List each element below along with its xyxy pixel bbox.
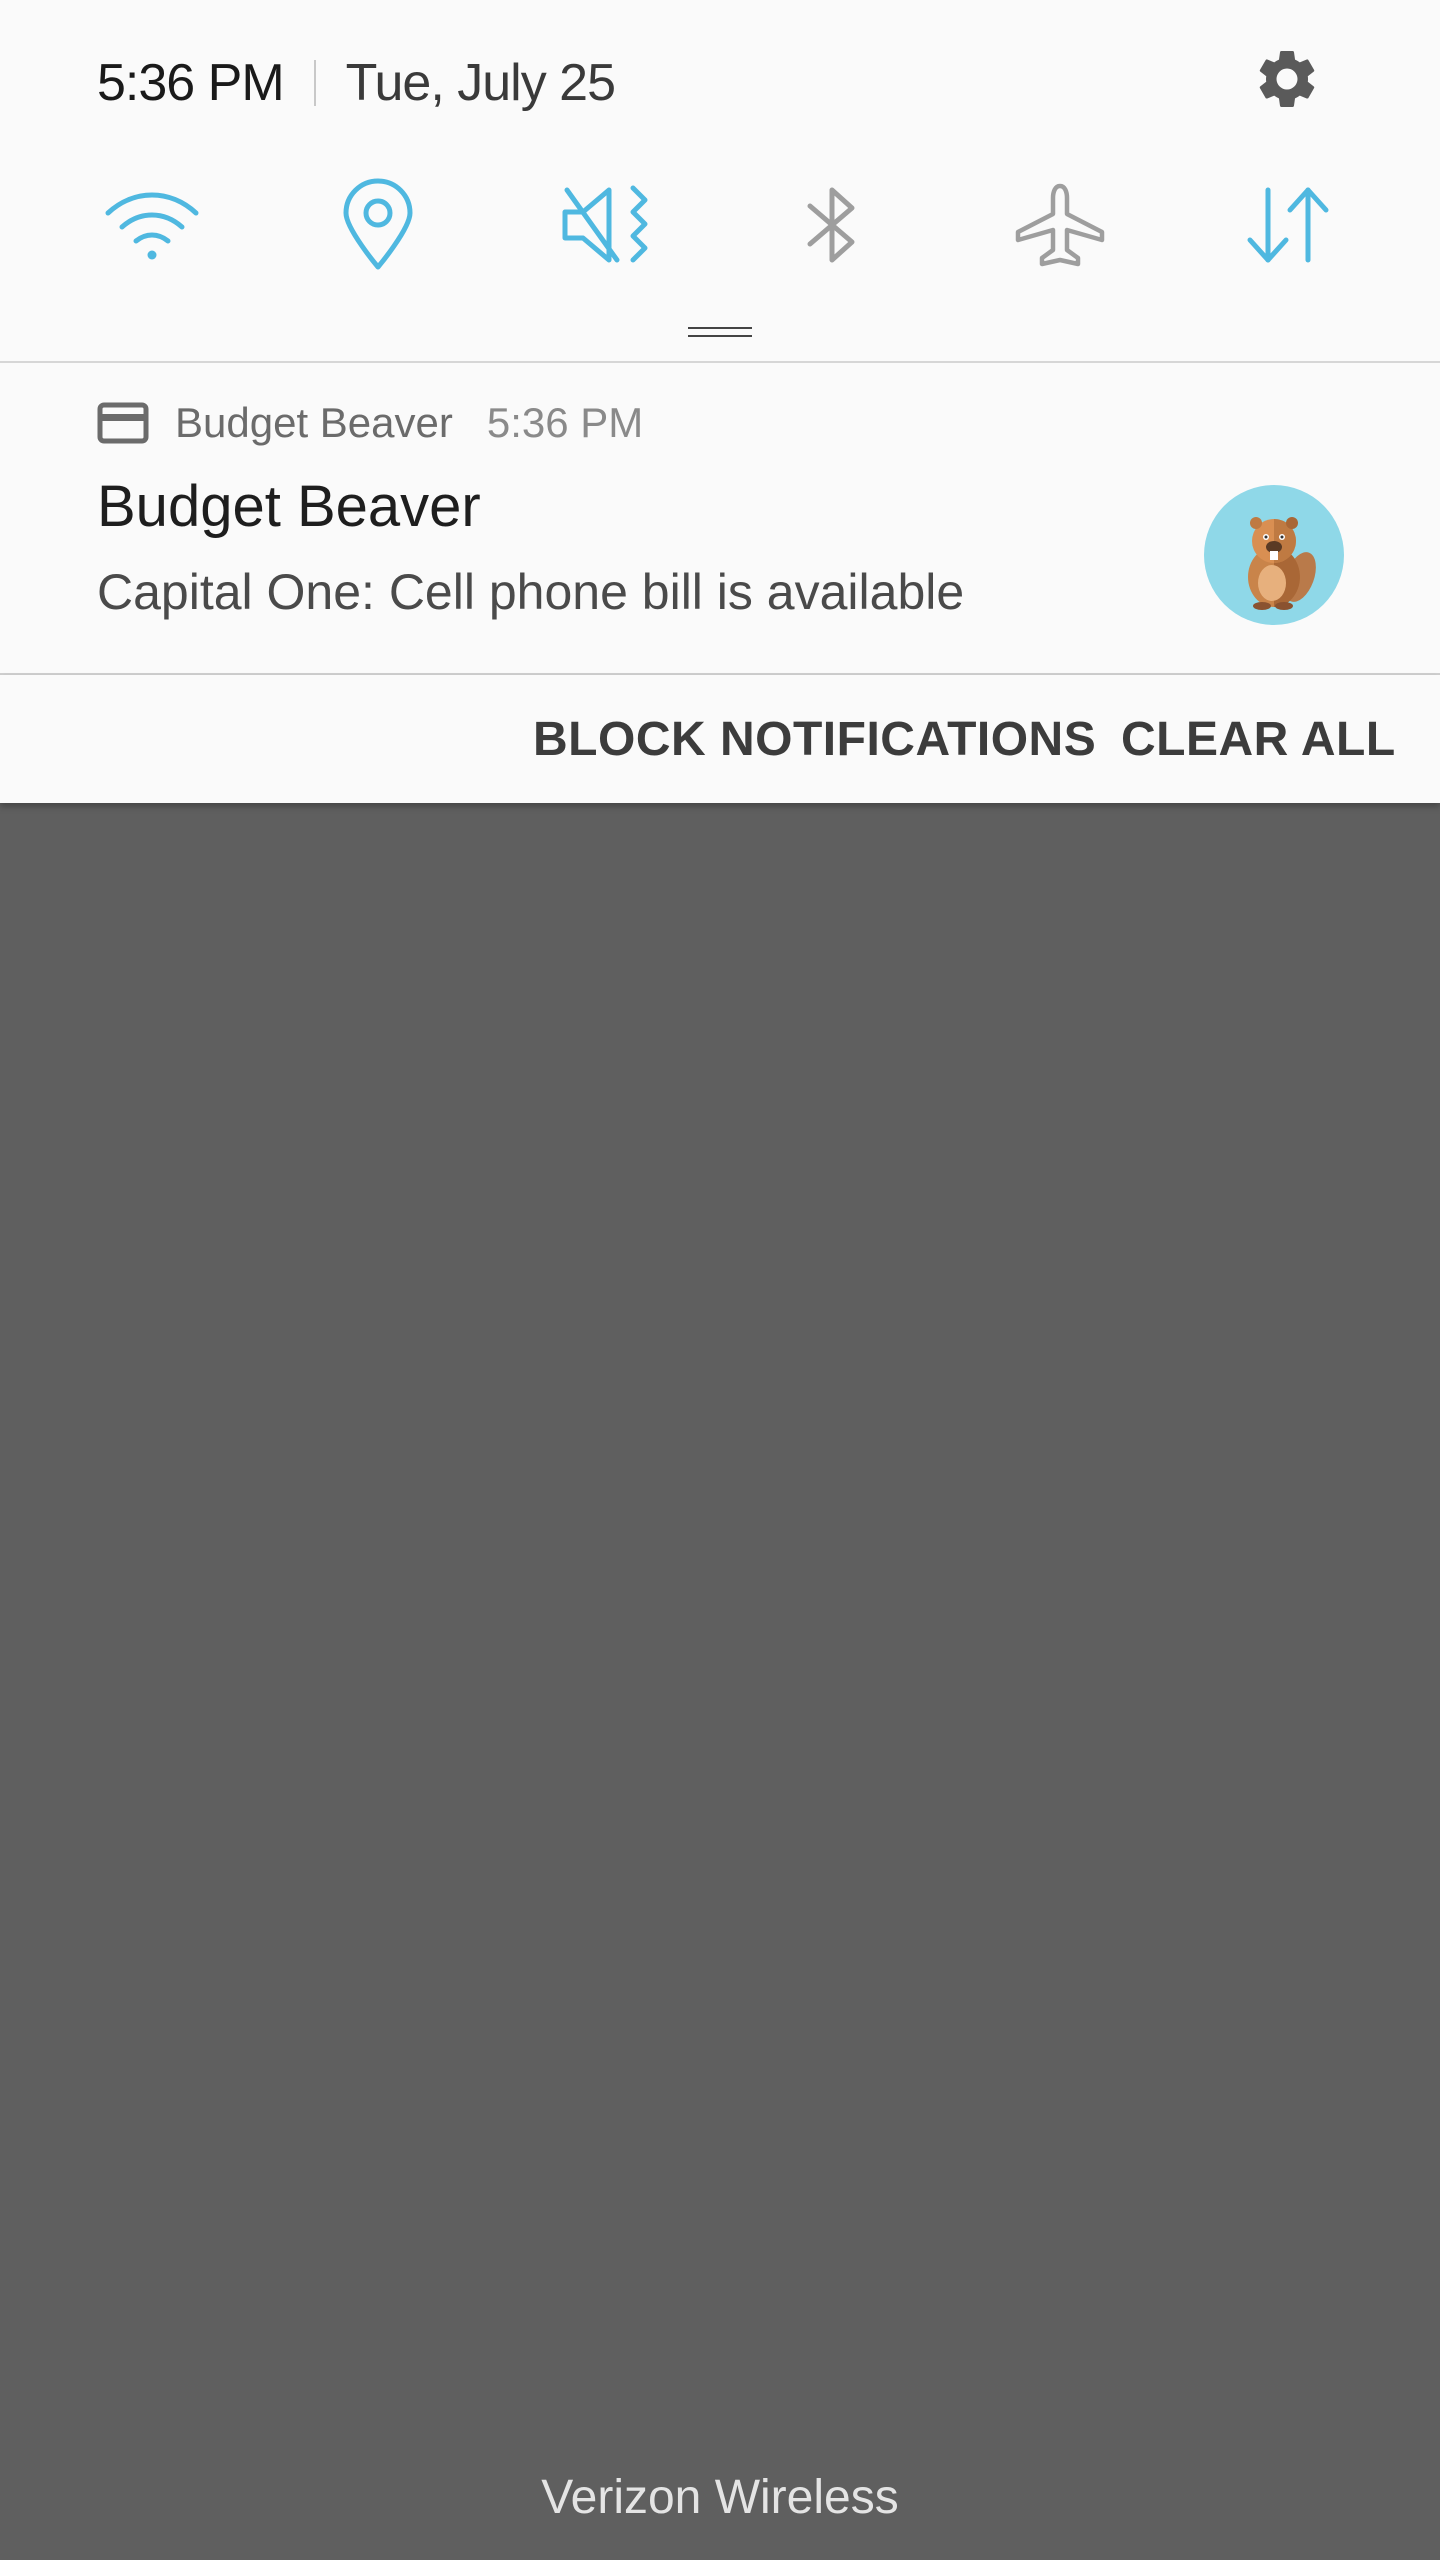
status-row: 5:36 PM Tue, July 25 [97, 48, 616, 118]
bluetooth-toggle[interactable] [777, 170, 887, 280]
divider [313, 60, 316, 106]
vibrate-mute-icon [562, 185, 648, 263]
date-label: Tue, July 25 [345, 54, 616, 112]
wifi-toggle[interactable] [97, 170, 207, 280]
notification-card[interactable]: Budget Beaver 5:36 PM Budget Beaver Capi… [0, 363, 1440, 675]
bluetooth-icon [807, 187, 855, 263]
quick-settings-panel: 5:36 PM Tue, July 25 [0, 0, 1440, 363]
notification-header: Budget Beaver 5:36 PM [97, 393, 643, 453]
wifi-icon [105, 192, 199, 260]
quick-toggle-row [0, 170, 1440, 280]
beaver-avatar-icon [1204, 485, 1344, 625]
notification-shade: 5:36 PM Tue, July 25 Budget Beaver 5:36 … [0, 0, 1440, 803]
notification-text: Capital One: Cell phone bill is availabl… [97, 564, 965, 620]
block-notifications-button[interactable]: BLOCK NOTIFICATIONS [533, 675, 1096, 803]
notification-actions-bar: BLOCK NOTIFICATIONS CLEAR ALL [0, 675, 1440, 803]
clear-all-button[interactable]: CLEAR ALL [1121, 675, 1396, 803]
notification-title: Budget Beaver [97, 474, 481, 539]
clock-time: 5:36 PM [97, 54, 285, 112]
carrier-label: Verizon Wireless [541, 2471, 899, 2524]
notification-time: 5:36 PM [486, 399, 644, 446]
location-icon [343, 178, 413, 270]
airplane-toggle[interactable] [1005, 170, 1115, 280]
sound-toggle[interactable] [552, 170, 662, 280]
expand-handle[interactable] [688, 327, 752, 339]
notification-app-name: Budget Beaver [175, 399, 453, 446]
mobile-data-toggle[interactable] [1233, 170, 1343, 280]
location-toggle[interactable] [323, 170, 433, 280]
mobile-data-icon [1247, 187, 1329, 263]
credit-card-icon [97, 397, 149, 449]
settings-gear-icon[interactable] [1252, 44, 1322, 114]
airplane-icon [1015, 183, 1105, 267]
